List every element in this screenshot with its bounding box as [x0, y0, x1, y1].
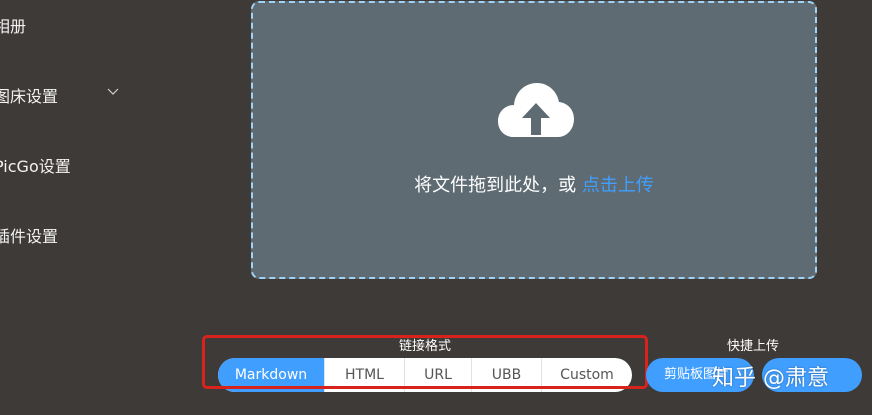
sidebar-item-label: 插件设置 — [0, 227, 59, 246]
format-option-url[interactable]: URL — [405, 358, 472, 392]
format-option-ubb[interactable]: UBB — [472, 358, 542, 392]
format-option-custom[interactable]: Custom — [542, 358, 632, 392]
sidebar-item-label: 图床设置 — [0, 87, 59, 106]
cloud-upload-icon — [498, 83, 574, 137]
link-format-title: 链接格式 — [398, 339, 451, 354]
upload-hint-text: 将文件拖到此处，或 — [414, 175, 582, 196]
sidebar-item-gallery[interactable]: 相册 — [0, 13, 26, 37]
sidebar-item-image-host-settings[interactable]: 图床设置 — [0, 83, 119, 107]
click-upload-link[interactable]: 点击上传 — [582, 175, 654, 196]
link-format-selector: Markdown HTML URL UBB Custom — [218, 358, 632, 392]
sidebar-item-plugin-settings[interactable]: 插件设置 — [0, 223, 58, 247]
quick-upload-title: 快捷上传 — [726, 339, 779, 354]
sidebar-item-label: 相册 — [0, 17, 27, 36]
sidebar-item-picgo-settings[interactable]: PicGo设置 — [0, 153, 71, 177]
upload-drop-zone[interactable]: 将文件拖到此处，或 点击上传 — [251, 1, 817, 279]
format-option-markdown[interactable]: Markdown — [218, 358, 325, 392]
format-option-html[interactable]: HTML — [325, 358, 405, 392]
chevron-down-icon — [107, 88, 119, 95]
watermark-text: 知乎 @肃意 — [712, 366, 829, 391]
sidebar: 相册 图床设置 PicGo设置 插件设置 — [0, 0, 200, 415]
sidebar-item-label: PicGo设置 — [0, 157, 71, 176]
upload-hint: 将文件拖到此处，或 点击上传 — [253, 171, 815, 197]
